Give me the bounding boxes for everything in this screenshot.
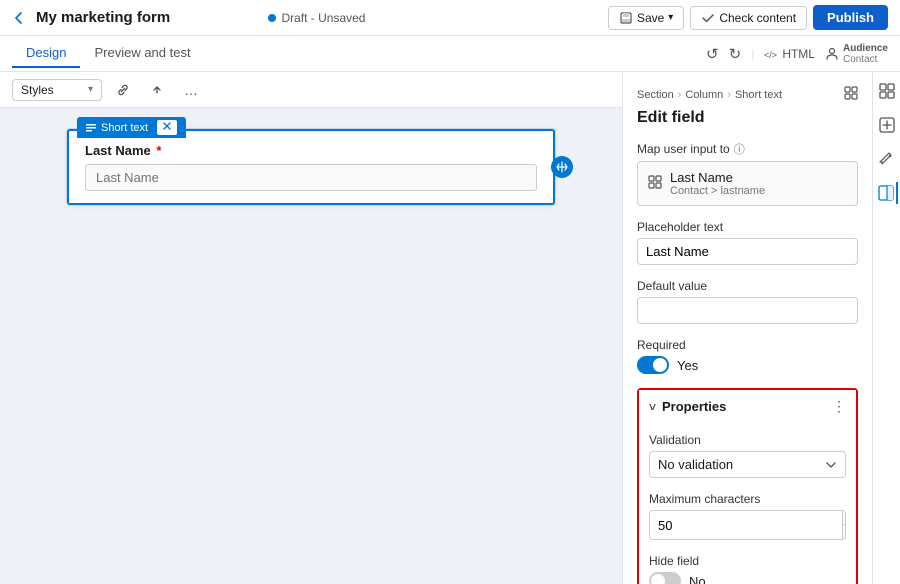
- properties-kebab-button[interactable]: ⋮: [832, 398, 846, 415]
- section-title: Edit field: [637, 109, 858, 127]
- canvas-content: Short text Last Name *: [0, 108, 622, 584]
- max-chars-input-row: ▲ ▼: [649, 510, 846, 540]
- breadcrumb: Section › Column › Short text: [637, 86, 858, 103]
- properties-header-left: ˅ Properties: [649, 399, 726, 414]
- toolbar-more-button[interactable]: …: [178, 77, 204, 103]
- max-chars-label: Maximum characters: [649, 492, 846, 506]
- hide-field-label: Hide field: [649, 554, 846, 568]
- html-button[interactable]: </> HTML: [764, 47, 815, 61]
- toggle-knob: [653, 358, 667, 372]
- topbar-actions: Save ▾ Check content Publish: [608, 5, 888, 30]
- tabs-left: Design Preview and test: [12, 39, 205, 68]
- field-move-button[interactable]: [551, 156, 573, 178]
- required-yes-label: Yes: [677, 358, 698, 373]
- save-chevron: ▾: [668, 12, 673, 23]
- field-type-badge: Short text: [77, 117, 186, 138]
- save-label: Save: [637, 11, 664, 25]
- spin-up-button[interactable]: ▲: [843, 511, 846, 525]
- edit-field-title: Edit field: [637, 109, 705, 127]
- tab-preview[interactable]: Preview and test: [80, 39, 204, 68]
- default-value-input[interactable]: [637, 297, 858, 324]
- topbar: My marketing form Draft - Unsaved Save ▾…: [0, 0, 900, 36]
- validation-dropdown[interactable]: No validation: [649, 451, 846, 478]
- styles-dropdown[interactable]: Styles ▾: [12, 79, 102, 101]
- map-input-label: Map user input to ⓘ: [637, 141, 858, 157]
- redo-button[interactable]: ↻: [729, 45, 742, 63]
- panel-content: Section › Column › Short text Edit field…: [623, 72, 872, 584]
- canvas-toolbar: Styles ▾ …: [0, 72, 622, 108]
- required-toggle[interactable]: [637, 356, 669, 374]
- spin-down-button[interactable]: ▼: [843, 525, 846, 539]
- mapped-field-icon: [648, 175, 662, 192]
- properties-chevron-icon: ˅: [649, 400, 656, 414]
- sidebar-icon-panel[interactable]: [876, 182, 898, 204]
- number-spinners: ▲ ▼: [842, 511, 846, 539]
- properties-label: Properties: [662, 399, 726, 414]
- back-button[interactable]: [12, 11, 26, 25]
- field-block: Short text Last Name *: [67, 129, 555, 205]
- mapped-field-box[interactable]: Last Name Contact > lastname: [637, 161, 858, 206]
- breadcrumb-icon: [844, 86, 858, 103]
- toolbar-arrow-button[interactable]: [144, 77, 170, 103]
- max-chars-input[interactable]: [650, 511, 842, 539]
- svg-text:</>: </>: [764, 50, 777, 60]
- check-content-label: Check content: [719, 11, 796, 25]
- placeholder-input[interactable]: [637, 238, 858, 265]
- placeholder-label: Placeholder text: [637, 220, 858, 234]
- sidebar-icon-edit[interactable]: [876, 148, 898, 170]
- page-title: My marketing form: [36, 9, 258, 26]
- canvas-area: Styles ▾ … Short text: [0, 72, 622, 584]
- hide-field-row: No: [649, 572, 846, 584]
- hide-toggle-knob: [651, 574, 665, 584]
- status-label: Draft - Unsaved: [281, 11, 365, 25]
- status-badge: Draft - Unsaved: [268, 11, 365, 25]
- right-panel: Section › Column › Short text Edit field…: [622, 72, 900, 584]
- tab-design[interactable]: Design: [12, 39, 80, 68]
- mapped-field-path: Contact > lastname: [670, 185, 765, 197]
- field-input[interactable]: [85, 164, 537, 191]
- validation-label: Validation: [649, 433, 846, 447]
- tabs-bar: Design Preview and test ↺ ↻ | </> HTML A…: [0, 36, 900, 72]
- properties-header[interactable]: ˅ Properties ⋮: [639, 390, 856, 423]
- required-label: Required: [637, 338, 858, 352]
- main-layout: Styles ▾ … Short text: [0, 72, 900, 584]
- mapped-field-name: Last Name: [670, 170, 765, 185]
- publish-label: Publish: [827, 10, 874, 25]
- audience-button[interactable]: Audience Contact: [825, 43, 888, 65]
- status-dot-icon: [268, 14, 276, 22]
- hide-field-toggle[interactable]: [649, 572, 681, 584]
- toolbar-link-button[interactable]: [110, 77, 136, 103]
- undo-button[interactable]: ↺: [706, 45, 719, 63]
- publish-button[interactable]: Publish: [813, 5, 888, 30]
- required-star: *: [156, 143, 161, 158]
- check-content-button[interactable]: Check content: [690, 6, 807, 30]
- field-delete-button[interactable]: [156, 119, 178, 136]
- form-card: Short text Last Name *: [66, 128, 556, 206]
- properties-inner: Validation No validation Maximum charact…: [639, 423, 856, 584]
- field-type-label: Short text: [101, 122, 148, 134]
- default-value-label: Default value: [637, 279, 858, 293]
- save-button[interactable]: Save ▾: [608, 6, 684, 30]
- map-info-icon[interactable]: ⓘ: [734, 141, 745, 157]
- hide-field-no-label: No: [689, 574, 706, 584]
- required-toggle-row: Yes: [637, 356, 858, 374]
- properties-section: ˅ Properties ⋮ Validation No validation: [637, 388, 858, 584]
- tabs-right: ↺ ↻ | </> HTML Audience Contact: [706, 43, 888, 65]
- sidebar-icon-add[interactable]: [876, 114, 898, 136]
- field-label: Last Name *: [85, 143, 537, 158]
- panel-sidebar: [872, 72, 900, 584]
- sidebar-icon-grid[interactable]: [876, 80, 898, 102]
- mapped-field-info: Last Name Contact > lastname: [670, 170, 765, 197]
